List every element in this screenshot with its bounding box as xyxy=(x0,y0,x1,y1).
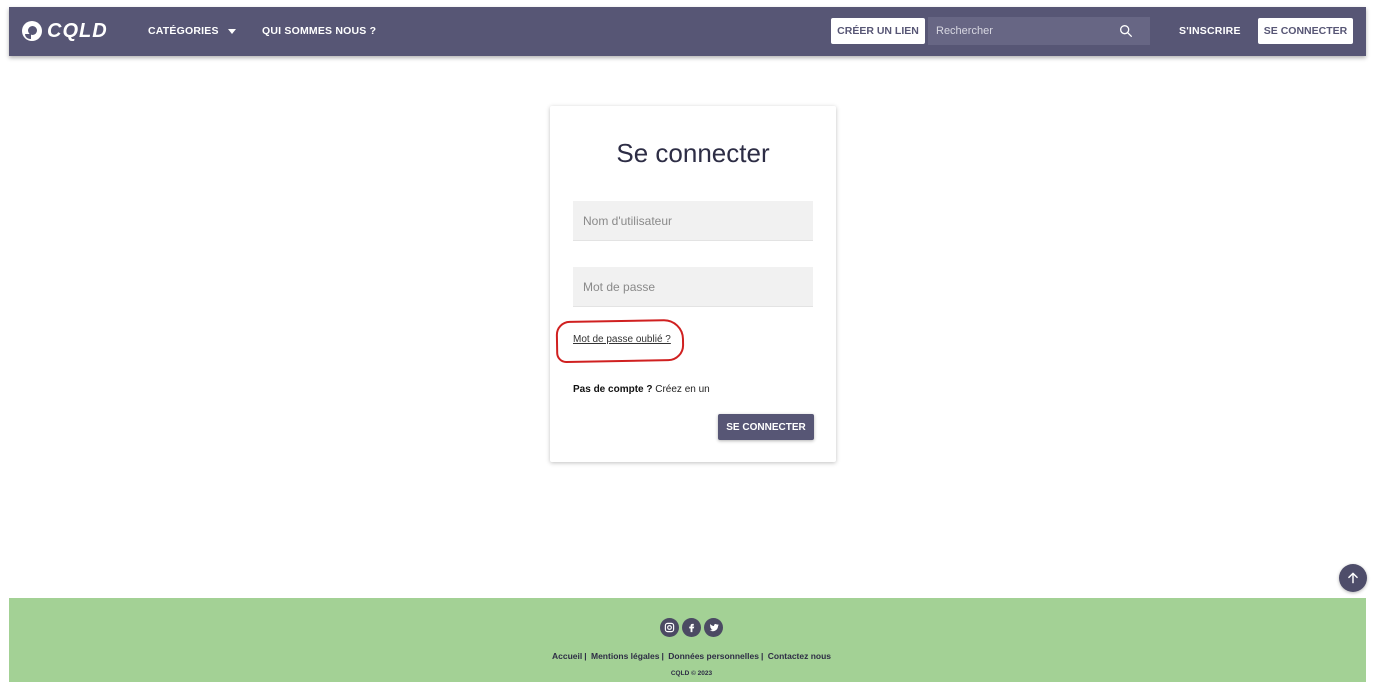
login-submit-button[interactable]: SE CONNECTER xyxy=(718,414,814,440)
caret-down-icon xyxy=(227,28,236,34)
login-title: Se connecter xyxy=(616,138,770,168)
search-bar[interactable]: Rechercher xyxy=(928,17,1150,45)
header-login-button[interactable]: SE CONNECTER xyxy=(1258,18,1353,44)
facebook-icon[interactable] xyxy=(682,618,701,637)
no-account-row: Pas de compte ? Créez en un xyxy=(573,384,710,395)
footer-link-home[interactable]: Accueil xyxy=(552,651,582,661)
twitter-icon[interactable] xyxy=(704,618,723,637)
username-input[interactable] xyxy=(573,201,813,241)
password-input[interactable] xyxy=(573,267,813,307)
search-icon[interactable] xyxy=(1118,23,1134,39)
nav-about-link[interactable]: QUI SOMMES NOUS ? xyxy=(262,25,376,37)
create-link-button[interactable]: CRÉER UN LIEN xyxy=(831,18,925,44)
login-card: Se connecter Mot de passe oublié ? Pas d… xyxy=(550,106,836,462)
footer: Accueil | Mentions légales | Données perso… xyxy=(9,598,1366,682)
signup-link[interactable]: S'INSCRIRE xyxy=(1179,25,1241,37)
scroll-to-top-button[interactable] xyxy=(1339,564,1367,592)
nav-categories-dropdown[interactable]: CATÉGORIES xyxy=(148,25,236,37)
copyright: CQLD © 2023 xyxy=(670,670,713,677)
footer-link-legal[interactable]: Mentions légales xyxy=(591,651,660,661)
footer-link-privacy[interactable]: Données personnelles xyxy=(668,651,759,661)
nav-categories-label: CATÉGORIES xyxy=(148,25,219,37)
no-account-label: Pas de compte ? xyxy=(573,384,653,395)
forgot-password-link[interactable]: Mot de passe oublié ? xyxy=(573,334,671,345)
search-placeholder: Rechercher xyxy=(936,25,993,37)
arrow-up-icon xyxy=(1348,572,1358,584)
instagram-icon[interactable] xyxy=(660,618,679,637)
signup-label: S'INSCRIRE xyxy=(1179,25,1241,37)
logo[interactable]: CQLD xyxy=(22,19,108,43)
social-links xyxy=(660,618,723,637)
nav-about-label: QUI SOMMES NOUS ? xyxy=(262,25,377,37)
footer-link-contact[interactable]: Contactez nous xyxy=(768,651,831,661)
logo-icon xyxy=(22,21,42,41)
logo-text: CQLD xyxy=(47,19,108,42)
footer-links: Accueil | Mentions légales | Données perso… xyxy=(551,651,832,661)
create-account-link[interactable]: Créez en un xyxy=(655,384,709,395)
top-navbar: CQLD CATÉGORIES QUI SOMMES NOUS ? CRÉER … xyxy=(9,7,1366,56)
